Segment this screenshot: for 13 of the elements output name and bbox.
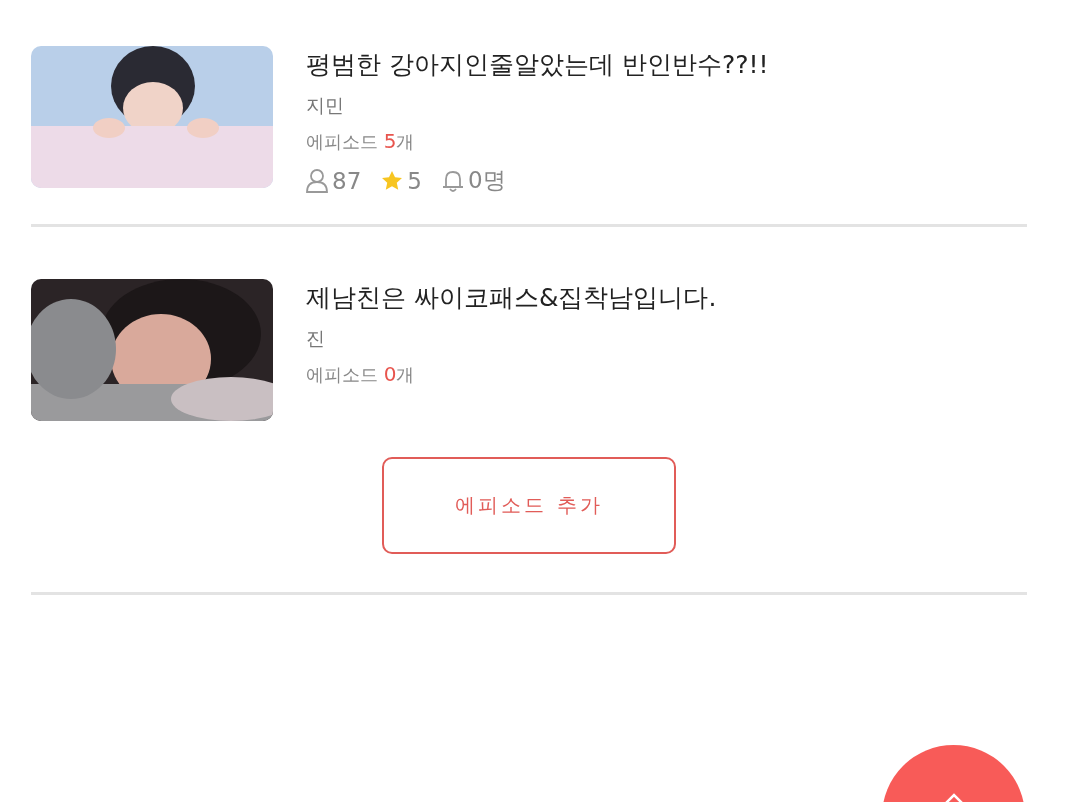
rating: 5: [407, 167, 422, 194]
story-title[interactable]: 제남친은 싸이코패스&집착남입니다.: [306, 281, 717, 315]
episode-count: 에피소드 0개: [306, 361, 416, 388]
subscriber-count: 0명: [467, 166, 506, 195]
author-name: 지민: [306, 93, 345, 118]
episode-count: 에피소드 5개: [306, 128, 416, 155]
story-title[interactable]: 평범한 강아지인줄알았는데 반인반수??!!: [306, 48, 769, 82]
author-name: 진: [306, 326, 326, 351]
bell-icon: [441, 168, 464, 193]
reader-count: 87: [332, 167, 362, 194]
star-icon: [381, 169, 404, 192]
add-episode-button[interactable]: 에피소드 추가: [382, 457, 676, 554]
person-icon: [306, 168, 328, 193]
